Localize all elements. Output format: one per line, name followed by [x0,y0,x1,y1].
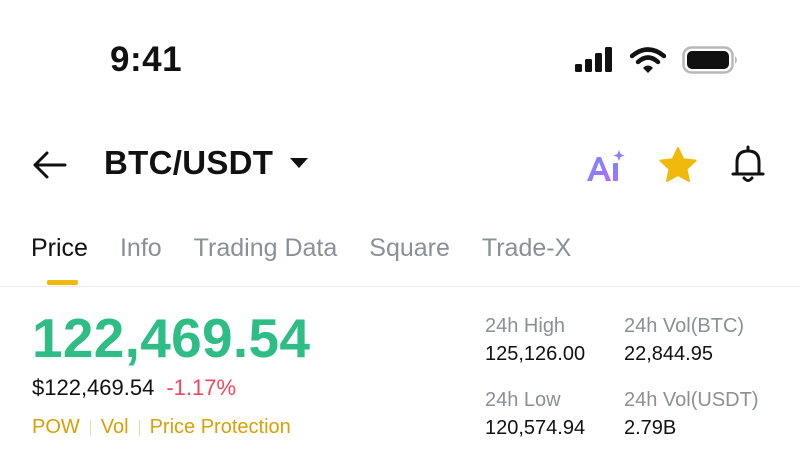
tag-divider [138,419,140,436]
price-subline: $122,469.54 -1.17% [32,375,236,401]
alert-button[interactable] [728,144,768,184]
pair-header: BTC/USDT [0,130,800,200]
stat-value: 2.79B [624,417,677,439]
ai-assistant-button[interactable] [584,148,626,184]
stat-value: 22,844.95 [624,343,713,365]
tag-price-protection[interactable]: Price Protection [150,416,291,439]
star-icon [659,147,697,182]
tab-info[interactable]: Info [120,228,162,268]
cellular-signal-icon [575,47,612,72]
stat-label: 24h High [485,315,566,337]
bell-icon [731,145,765,182]
tab-trading-data[interactable]: Trading Data [194,228,338,268]
status-bar: 9:41 [0,0,800,110]
status-icons [574,46,740,74]
ai-assistant-icon [587,150,625,181]
last-price: 122,469.54 [32,307,311,369]
tab-price[interactable]: Price [31,228,88,268]
stat-label: 24h Low [485,389,561,411]
tag-vol[interactable]: Vol [101,416,129,439]
favorite-button[interactable] [658,146,698,184]
tabs-divider [0,286,800,287]
active-tab-indicator [47,280,78,285]
stat-24h-low: 24h Low 120,574.94 [485,386,585,442]
back-button[interactable] [32,148,68,182]
stat-24h-high: 24h High 125,126.00 [485,312,585,368]
status-time: 9:41 [110,40,183,79]
back-arrow-icon [33,151,67,179]
wifi-icon [630,47,666,73]
stat-24h-vol-btc: 24h Vol(BTC) 22,844.95 [624,312,744,368]
pair-title: BTC/USDT [104,144,274,181]
asset-tags: POW Vol Price Protection [32,416,291,439]
usd-price: $122,469.54 [32,375,155,400]
tab-square[interactable]: Square [369,228,450,268]
stat-label: 24h Vol(USDT) [624,389,759,411]
battery-icon [682,46,737,74]
stat-value: 125,126.00 [485,343,586,365]
dropdown-caret-icon [290,158,309,168]
price-change-percent: -1.17% [166,375,237,400]
tag-pow[interactable]: POW [32,416,80,439]
tab-trade-x[interactable]: Trade-X [482,228,571,268]
detail-tabs: Price Info Trading Data Square Trade-X [31,228,571,268]
tag-divider [89,419,91,436]
stat-value: 120,574.94 [485,417,586,439]
stat-24h-vol-usdt: 24h Vol(USDT) 2.79B [624,386,759,442]
stat-label: 24h Vol(BTC) [624,315,745,337]
pair-selector[interactable]: BTC/USDT [104,144,309,182]
